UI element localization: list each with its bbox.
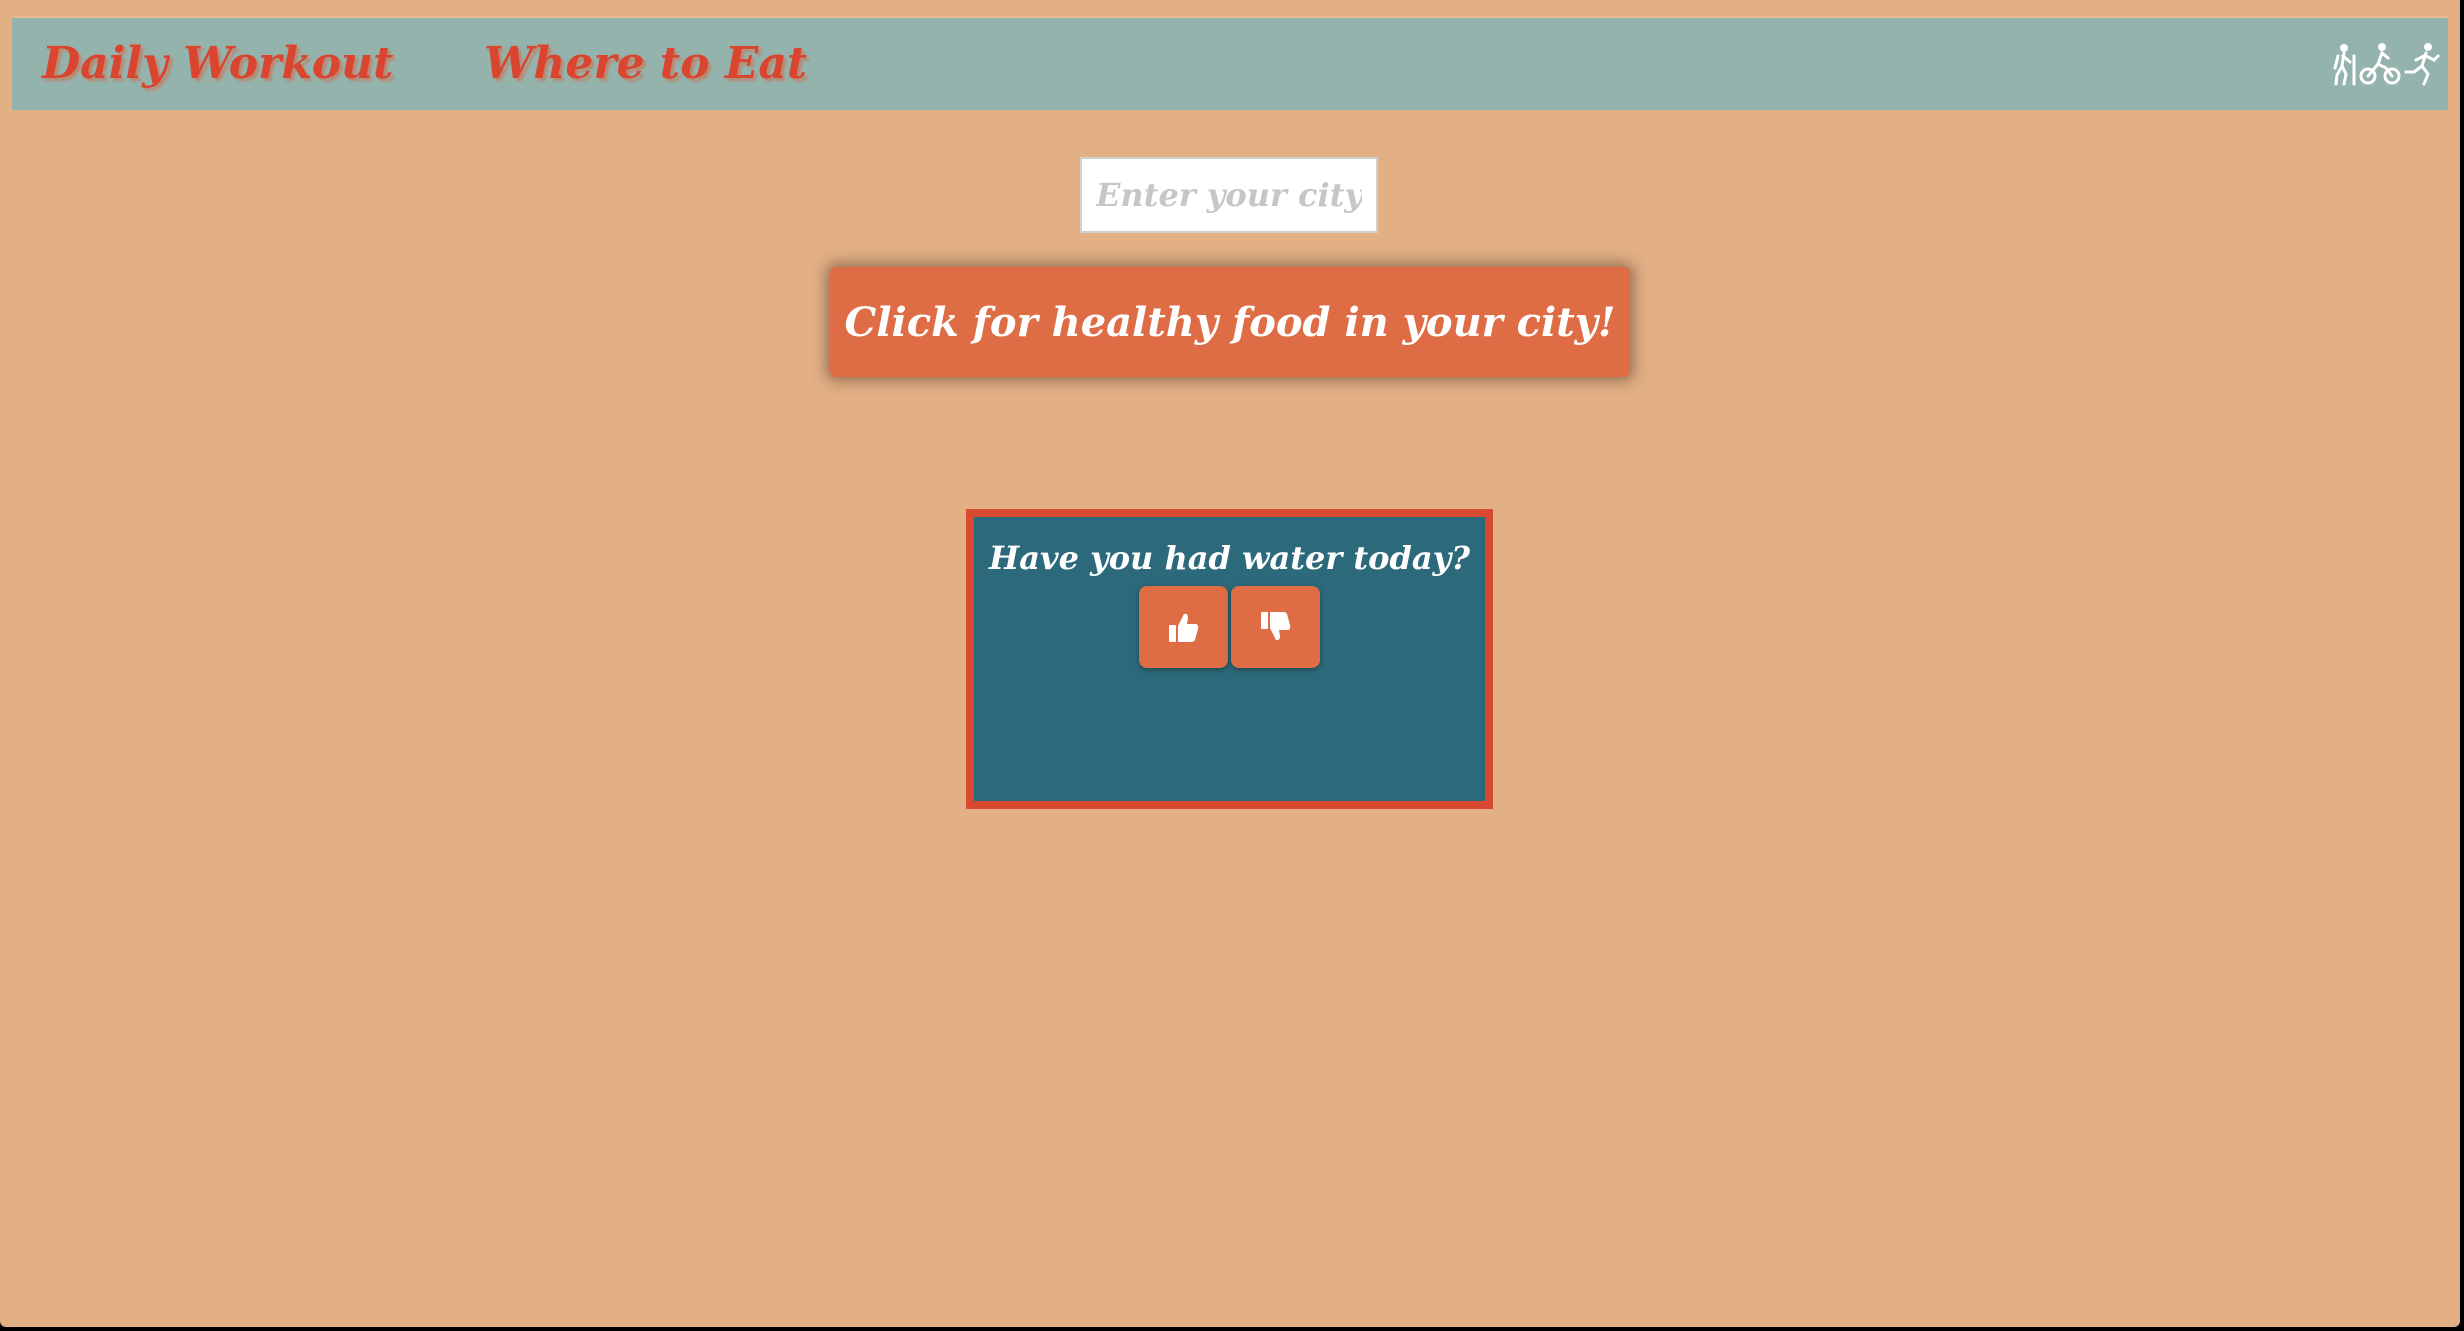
thumbs-down-button[interactable]	[1231, 586, 1320, 668]
thumbs-down-icon	[1261, 612, 1291, 641]
thumbs-up-icon	[1169, 613, 1199, 642]
navbar: Daily Workout Where to Eat	[12, 16, 2448, 110]
running-icon	[2404, 43, 2440, 86]
hiking-icon	[2333, 44, 2356, 86]
healthy-food-search-button[interactable]: Click for healthy food in your city!	[830, 267, 1630, 377]
page: Daily Workout Where to Eat Enter your ci…	[0, 0, 2460, 1327]
activity-icons	[2333, 43, 2440, 86]
thumbs-up-button[interactable]	[1139, 586, 1228, 668]
city-input[interactable]	[1080, 157, 1378, 233]
cycling-icon	[2359, 43, 2401, 85]
water-question-text: Have you had water today?	[989, 539, 1470, 577]
nav-daily-workout-link[interactable]: Daily Workout	[42, 18, 393, 110]
nav-where-to-eat-link[interactable]: Where to Eat	[484, 18, 807, 110]
water-reminder-card: Have you had water today?	[966, 509, 1493, 809]
